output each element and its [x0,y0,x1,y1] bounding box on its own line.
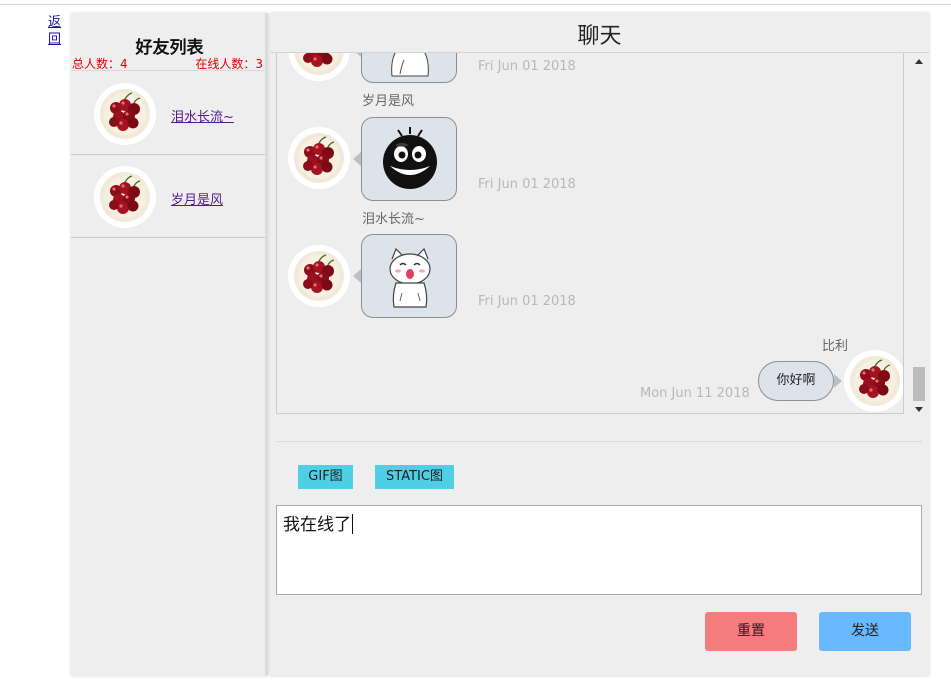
bubble-tail [353,53,361,57]
bubble-tail [353,152,361,166]
send-button[interactable]: 发送 [819,612,911,651]
scroll-up-arrow-icon[interactable] [915,59,923,64]
text-caret [352,514,353,534]
message-sender: 岁月是风 [362,94,415,109]
bubble-tail [353,269,361,283]
message-scrollbar[interactable] [910,53,927,415]
message-text: 你好啊 [776,373,816,388]
white-cat-sticker-icon [391,53,429,77]
sticker-bubble [353,117,457,201]
sticker-bubble [353,234,457,318]
gif-button[interactable]: GIF图 [298,465,353,489]
message-time: Fri Jun 01 2018 [478,59,576,74]
total-count: 总人数：4 [72,57,128,71]
message-list[interactable]: Fri Jun 01 2018 岁月是风 Fri Jun 01 2018 泪水长… [276,53,904,414]
cherry-avatar-icon [94,83,156,145]
message-sender: 泪水长流~ [362,212,425,227]
chat-panel: 聊天 Fri Jun 01 2018 岁月是风 Fri Jun 01 2018 … [270,13,929,676]
static-button[interactable]: STATIC图 [375,465,454,489]
text-bubble: 你好啊 [758,361,842,401]
black-grinning-face-sticker-icon [383,127,437,189]
message-time: Mon Jun 11 2018 [640,386,750,401]
browser-top-bar [0,0,951,5]
back-link[interactable]: 返回 [48,14,64,48]
scroll-thumb[interactable] [913,367,925,401]
message-time: Fri Jun 01 2018 [478,177,576,192]
bubble-tail [834,374,842,388]
message-input[interactable]: 我在线了 [276,505,922,595]
chat-title: 聊天 [270,13,929,53]
divider [276,441,922,442]
reset-button[interactable]: 重置 [705,612,797,651]
cherry-avatar-icon [94,166,156,228]
white-cat-sticker-icon [389,247,431,308]
cherry-avatar-icon [288,53,350,81]
cherry-avatar-icon [288,245,350,307]
message-time: Fri Jun 01 2018 [478,294,576,309]
cherry-avatar-icon [844,350,903,412]
friend-item[interactable]: 岁月是风 [71,155,265,238]
friend-item[interactable]: 泪水长流~ [71,72,265,155]
friend-name-link[interactable]: 泪水长流~ [171,106,234,125]
sticker-bubble [353,53,457,83]
cherry-avatar-icon [288,127,350,189]
scroll-down-arrow-icon[interactable] [915,407,923,412]
message-input-text: 我在线了 [283,515,351,535]
online-count: 在线人数：3 [195,57,263,71]
friends-panel: 好友列表 总人数：4 在线人数：3 泪水长流~ 岁月是风 [71,13,268,676]
friend-name-link[interactable]: 岁月是风 [171,189,223,208]
friends-stats: 总人数：4 在线人数：3 [71,55,265,71]
